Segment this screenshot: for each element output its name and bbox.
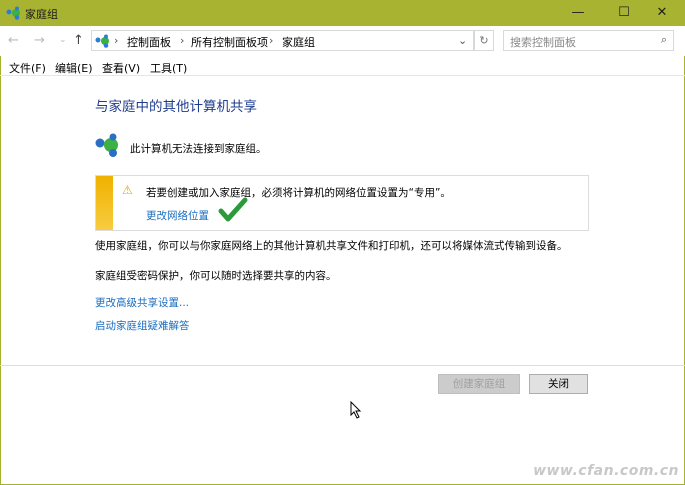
homegroup-icon (6, 6, 20, 20)
menu-view[interactable]: 查看(V) (102, 60, 140, 76)
breadcrumb-control-panel[interactable]: 控制面板 (127, 34, 171, 50)
refresh-button[interactable]: ↻ (474, 30, 494, 51)
back-button[interactable]: ← (8, 33, 19, 48)
troubleshooter-link[interactable]: 启动家庭组疑难解答 (95, 318, 190, 333)
search-placeholder: 搜索控制面板 (510, 36, 576, 49)
create-homegroup-button[interactable]: 创建家庭组 (438, 374, 520, 394)
title-bar: 家庭组 — ☐ ✕ (0, 0, 685, 26)
separator-icon: › (269, 34, 274, 47)
warning-icon: ⚠ (122, 183, 133, 197)
menu-edit[interactable]: 编辑(E) (55, 60, 93, 76)
homegroup-description: 使用家庭组，你可以与你家庭网络上的其他计算机共享文件和打印机，还可以将媒体流式传… (95, 240, 568, 252)
divider (0, 365, 685, 366)
page-title: 与家庭中的其他计算机共享 (95, 99, 257, 115)
menu-file[interactable]: 文件(F) (9, 60, 46, 76)
homegroup-icon (95, 34, 109, 48)
close-button[interactable]: 关闭 (529, 374, 588, 394)
search-icon[interactable]: ⌕ (661, 33, 667, 47)
warning-box: ⚠ 若要创建或加入家庭组，必须将计算机的网络位置设置为“专用”。 更改网络位置 (95, 175, 589, 231)
warning-text: 若要创建或加入家庭组，必须将计算机的网络位置设置为“专用”。 (146, 187, 451, 199)
search-input[interactable]: 搜索控制面板 ⌕ (503, 30, 674, 51)
breadcrumb-homegroup[interactable]: 家庭组 (282, 34, 315, 50)
menu-tools[interactable]: 工具(T) (150, 60, 187, 76)
breadcrumb-all-items[interactable]: 所有控制面板项 (191, 34, 268, 50)
advanced-sharing-link[interactable]: 更改高级共享设置... (95, 295, 189, 310)
close-window-button[interactable]: ✕ (639, 0, 685, 26)
recent-locations-button[interactable]: ⌄ (59, 35, 67, 45)
watermark: www.cfan.com.cn (533, 463, 679, 479)
warning-stripe (96, 176, 113, 230)
separator-icon: › (114, 34, 119, 47)
address-dropdown-icon[interactable]: ⌄ (458, 34, 467, 47)
homegroup-large-icon (95, 133, 118, 157)
menu-bar: 文件(F) 编辑(E) 查看(V) 工具(T) (0, 58, 685, 76)
homegroup-status: 此计算机无法连接到家庭组。 (130, 143, 267, 155)
checkmark-icon (218, 197, 248, 222)
minimize-button[interactable]: — (555, 0, 601, 26)
forward-button[interactable]: → (34, 33, 45, 48)
separator-icon: › (180, 34, 185, 47)
password-description: 家庭组受密码保护，你可以随时选择要共享的内容。 (95, 270, 337, 282)
mouse-cursor-icon (350, 401, 362, 419)
up-button[interactable]: ↑ (73, 33, 84, 48)
change-network-location-link[interactable]: 更改网络位置 (146, 208, 209, 223)
window-title: 家庭组 (25, 8, 58, 21)
address-bar[interactable]: › 控制面板 › 所有控制面板项 › 家庭组 ⌄ (91, 30, 474, 51)
